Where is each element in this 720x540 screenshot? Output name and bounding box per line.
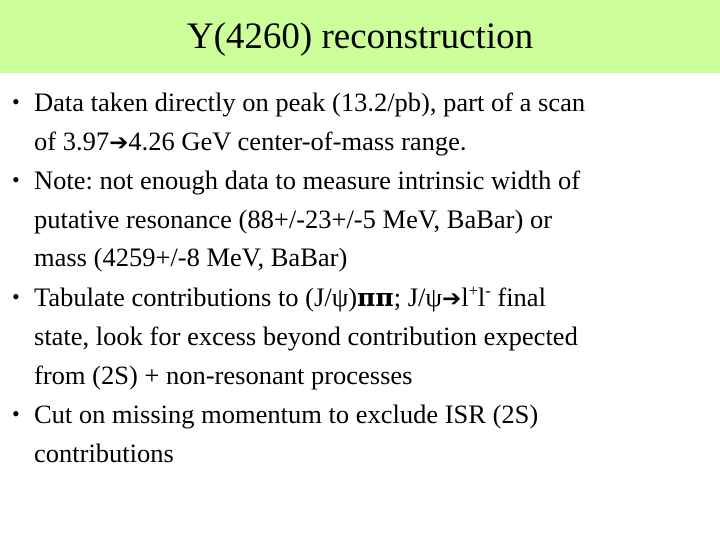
bullet-line: of 3.97➔4.26 GeV center-of-mass range.	[34, 122, 714, 161]
bullet-marker-icon: •	[12, 167, 20, 192]
bullet-marker-icon: •	[12, 283, 20, 309]
bullet-text-part: )	[348, 281, 358, 312]
page-title: Y(4260) reconstruction	[186, 16, 534, 57]
bullet-line: Tabulate contributions to (J/ψ)ππ; J/ψ➔l…	[34, 278, 714, 318]
bullet-line: state, look for excess beyond contributi…	[34, 321, 578, 351]
list-item-cut-missing: • Cut on missing momentum to exclude ISR…	[10, 395, 714, 472]
slide-body: • Data taken directly on peak (13.2/pb),…	[0, 73, 720, 540]
bullet-line: Note: not enough data to measure intrins…	[34, 165, 581, 195]
pi-pi-symbol: ππ	[357, 282, 394, 312]
bullet-marker-icon: •	[12, 89, 20, 114]
presentation-slide: Y(4260) reconstruction • Data taken dire…	[0, 0, 720, 540]
list-item-note-width: • Note: not enough data to measure intri…	[10, 161, 714, 277]
bullet-text-part: final	[490, 281, 546, 312]
bullet-marker-icon: •	[12, 401, 20, 426]
psi-symbol: ψ	[331, 281, 349, 312]
bullet-text-part: 4.26 GeV center-of-mass range.	[128, 125, 467, 156]
right-arrow-icon: ➔	[109, 129, 129, 156]
bullet-line: Cut on missing momentum to exclude ISR (…	[34, 399, 539, 429]
psi-symbol: ψ	[425, 281, 442, 312]
bullet-line: mass (4259+/-8 MeV, BaBar)	[34, 242, 348, 272]
bullet-text-part: of 3.97	[34, 125, 110, 156]
bullet-text-part: l	[461, 281, 469, 312]
bullet-text-part: Tabulate contributions to (J/	[34, 281, 332, 312]
list-item-tabulate: • Tabulate contributions to (J/ψ)ππ; J/ψ…	[10, 278, 714, 395]
bullet-line: putative resonance (88+/-23+/-5 MeV, BaB…	[34, 203, 553, 234]
superscript-plus: +	[468, 280, 478, 300]
bullet-text-part: ; J/	[393, 281, 426, 312]
bullet-list: • Data taken directly on peak (13.2/pb),…	[0, 73, 720, 472]
right-arrow-icon: ➔	[441, 285, 462, 312]
list-item-data-taken: • Data taken directly on peak (13.2/pb),…	[10, 83, 714, 160]
bullet-line: contributions	[34, 437, 174, 468]
bullet-line: Data taken directly on peak (13.2/pb), p…	[34, 87, 586, 117]
bullet-line: from (2S) + non-resonant processes	[34, 359, 413, 390]
